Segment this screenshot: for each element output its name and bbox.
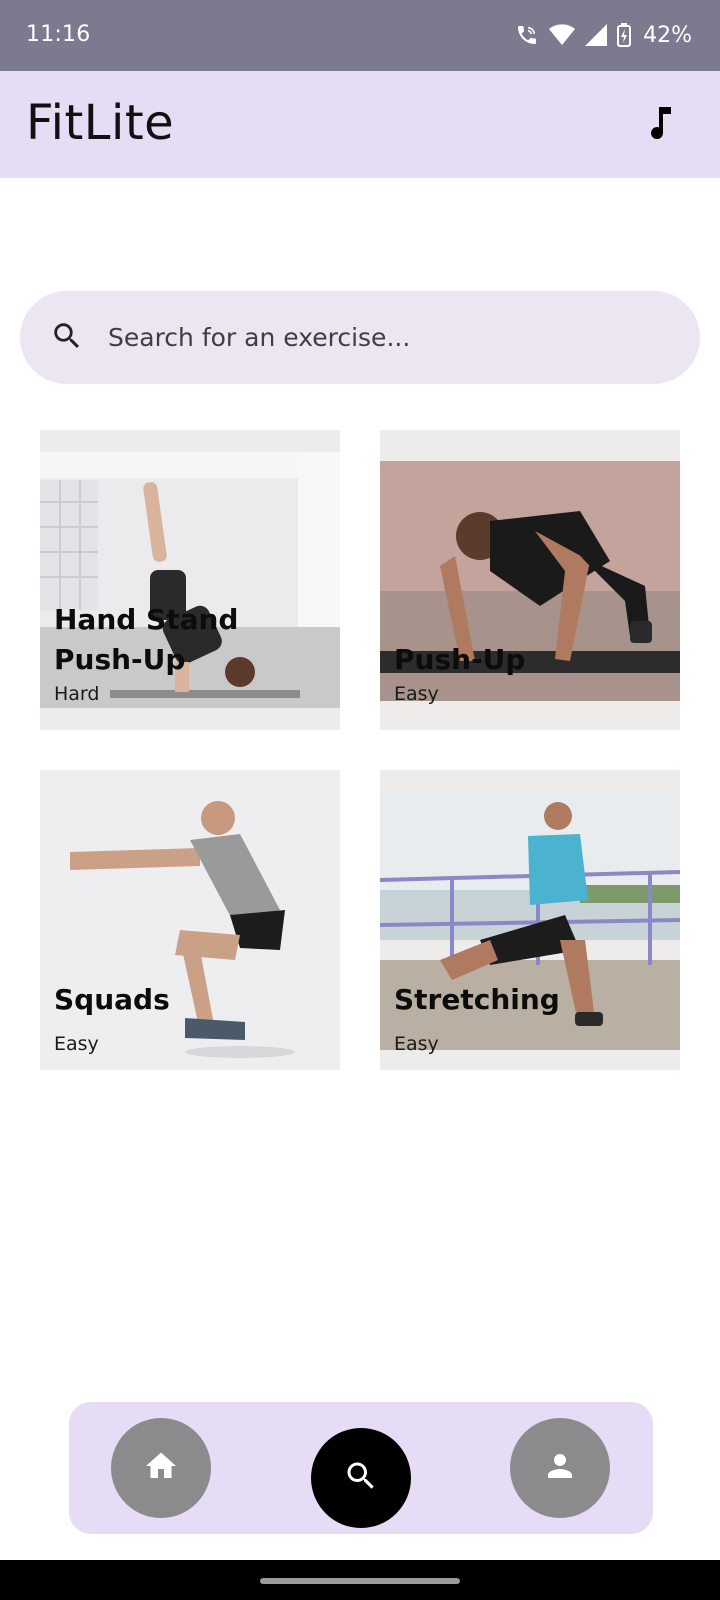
exercise-level: Easy — [394, 683, 439, 705]
exercise-title: Squads — [54, 983, 170, 1016]
exercise-card-stretching[interactable]: Stretching Easy — [380, 770, 680, 1070]
status-time: 11:16 — [26, 22, 91, 47]
nav-search-button[interactable] — [311, 1428, 411, 1528]
battery-percentage: 42% — [643, 22, 692, 48]
exercise-card-hand-stand-push-up[interactable]: Hand Stand Push-Up Hard — [40, 430, 340, 730]
exercise-level: Hard — [54, 683, 100, 705]
music-note-icon — [647, 105, 673, 145]
status-bar: 11:16 42% — [0, 0, 720, 71]
exercise-level: Easy — [54, 1033, 99, 1055]
home-indicator[interactable] — [260, 1578, 460, 1584]
wifi-icon — [549, 23, 576, 47]
nav-profile-button[interactable] — [510, 1418, 610, 1518]
app-bar: FitLite — [0, 71, 720, 178]
exercise-card-squads[interactable]: Squads Easy — [40, 770, 340, 1070]
exercise-title: Stretching — [394, 983, 560, 1016]
search-bar[interactable] — [20, 291, 700, 384]
search-icon — [343, 1458, 379, 1498]
home-icon — [143, 1448, 179, 1488]
person-icon — [542, 1448, 578, 1488]
status-icons: 42% — [515, 20, 692, 50]
app-title: FitLite — [26, 95, 175, 151]
wifi-calling-icon — [515, 23, 539, 47]
music-button[interactable] — [640, 105, 680, 145]
exercise-title: Hand Stand Push-Up — [54, 603, 239, 676]
bottom-navigation — [69, 1402, 653, 1534]
system-navigation-bar — [0, 1560, 720, 1600]
exercise-title: Push-Up — [394, 643, 526, 676]
search-input[interactable] — [108, 315, 668, 359]
exercise-card-push-up[interactable]: Push-Up Easy — [380, 430, 680, 730]
squads-photo — [40, 770, 340, 1070]
nav-home-button[interactable] — [111, 1418, 211, 1518]
exercise-level: Easy — [394, 1033, 439, 1055]
battery-charging-icon — [617, 23, 632, 47]
search-icon — [50, 319, 84, 357]
cellular-signal-icon — [585, 24, 608, 46]
